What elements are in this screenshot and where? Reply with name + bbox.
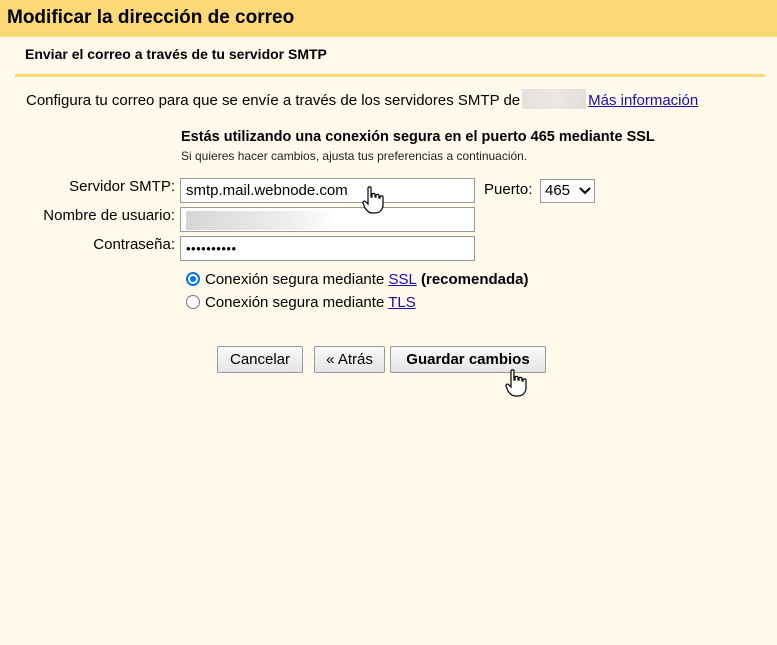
smtp-server-label: Servidor SMTP: — [69, 178, 175, 195]
section-title: Enviar el correo a través de tu servidor… — [25, 46, 327, 62]
username-label: Nombre de usuario: — [43, 207, 175, 224]
username-input[interactable] — [180, 207, 475, 232]
tls-link[interactable]: TLS — [388, 294, 416, 311]
hand-pointer-icon — [505, 369, 527, 397]
dialog-title: Modificar la dirección de correo — [7, 7, 295, 28]
tls-option[interactable]: Conexión segura mediante TLS — [186, 294, 416, 311]
tls-radio[interactable] — [186, 295, 200, 309]
back-button[interactable]: « Atrás — [314, 346, 385, 373]
password-label: Contraseña: — [93, 236, 175, 253]
ssl-link[interactable]: SSL — [388, 271, 416, 288]
password-input[interactable]: •••••••••• — [180, 236, 475, 261]
hand-pointer-icon — [362, 186, 384, 214]
cancel-button[interactable]: Cancelar — [217, 346, 303, 373]
dialog-title-bar: Modificar la dirección de correo — [0, 0, 777, 37]
ssl-recommended: (recomendada) — [416, 271, 529, 288]
redacted-domain — [522, 89, 587, 109]
tls-option-prefix: Conexión segura mediante — [205, 294, 389, 311]
port-value: 465 — [545, 182, 571, 199]
section-header: Enviar el correo a través de tu servidor… — [15, 37, 765, 77]
dialog-content: Enviar el correo a través de tu servidor… — [0, 37, 777, 645]
ssl-option-prefix: Conexión segura mediante — [205, 271, 389, 288]
chevron-down-icon — [579, 183, 591, 200]
ssl-radio[interactable] — [186, 272, 200, 286]
intro-text: Configura tu correo para que se envíe a … — [26, 92, 521, 109]
ssl-option[interactable]: Conexión segura mediante SSL (recomendad… — [186, 271, 529, 288]
smtp-server-input[interactable] — [180, 178, 475, 203]
port-select[interactable]: 465 — [540, 179, 595, 203]
more-info-link[interactable]: Más información — [588, 92, 698, 109]
secure-connection-heading: Estás utilizando una conexión segura en … — [181, 129, 655, 145]
port-label: Puerto: — [484, 181, 533, 198]
intro-text-row: Configura tu correo para que se envíe a … — [26, 89, 698, 109]
secure-connection-subtext: Si quieres hacer cambios, ajusta tus pre… — [181, 149, 528, 163]
redacted-username — [186, 211, 334, 230]
